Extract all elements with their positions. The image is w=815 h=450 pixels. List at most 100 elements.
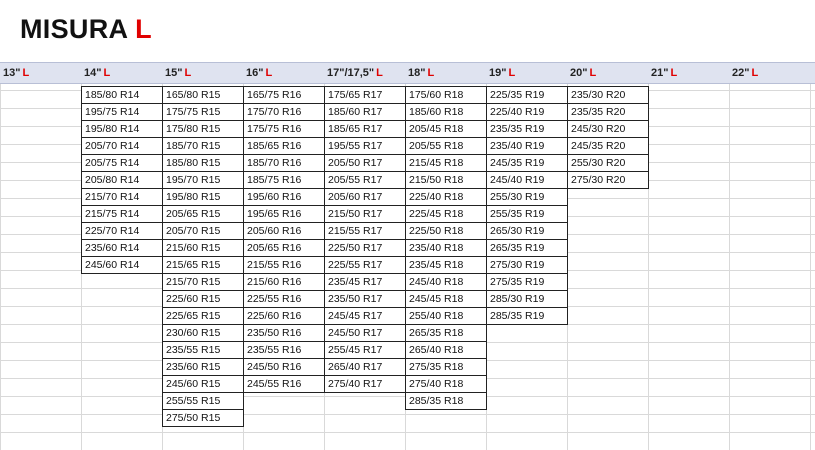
tire-size-cell[interactable]: 245/40 R18 <box>405 273 487 291</box>
tire-size-cell[interactable]: 275/40 R18 <box>405 375 487 393</box>
tire-size-cell[interactable]: 215/70 R15 <box>162 273 244 291</box>
tire-size-cell[interactable]: 225/35 R19 <box>486 86 568 104</box>
tire-size-cell[interactable]: 215/75 R14 <box>81 205 163 223</box>
tire-size-cell[interactable]: 195/75 R14 <box>81 103 163 121</box>
tire-size-cell[interactable]: 195/80 R14 <box>81 120 163 138</box>
tire-size-cell[interactable]: 245/60 R15 <box>162 375 244 393</box>
tire-size-cell[interactable]: 235/35 R20 <box>567 103 649 121</box>
tire-size-cell[interactable]: 225/55 R17 <box>324 256 406 274</box>
tire-size-cell[interactable]: 285/35 R19 <box>486 307 568 325</box>
tire-size-cell[interactable]: 215/55 R16 <box>243 256 325 274</box>
tire-size-cell[interactable]: 205/55 R18 <box>405 137 487 155</box>
tire-size-cell[interactable]: 185/80 R14 <box>81 86 163 104</box>
tire-size-cell[interactable]: 245/30 R20 <box>567 120 649 138</box>
tire-size-cell[interactable]: 235/50 R17 <box>324 290 406 308</box>
tire-size-cell[interactable]: 175/75 R16 <box>243 120 325 138</box>
tire-size-cell[interactable]: 245/35 R19 <box>486 154 568 172</box>
tire-size-cell[interactable]: 205/60 R16 <box>243 222 325 240</box>
tire-size-cell[interactable]: 205/65 R16 <box>243 239 325 257</box>
tire-size-cell[interactable]: 175/65 R17 <box>324 86 406 104</box>
tire-size-cell[interactable]: 205/65 R15 <box>162 205 244 223</box>
tire-size-cell[interactable]: 255/40 R18 <box>405 307 487 325</box>
tire-size-cell[interactable]: 230/60 R15 <box>162 324 244 342</box>
tire-size-cell[interactable]: 225/55 R16 <box>243 290 325 308</box>
tire-size-cell[interactable]: 185/75 R16 <box>243 171 325 189</box>
tire-size-cell[interactable]: 275/50 R15 <box>162 409 244 427</box>
tire-size-cell[interactable]: 225/60 R15 <box>162 290 244 308</box>
tire-size-cell[interactable]: 165/80 R15 <box>162 86 244 104</box>
tire-size-cell[interactable]: 185/65 R17 <box>324 120 406 138</box>
tire-size-cell[interactable]: 205/70 R14 <box>81 137 163 155</box>
tire-size-cell[interactable]: 235/50 R16 <box>243 324 325 342</box>
tire-size-cell[interactable]: 215/60 R15 <box>162 239 244 257</box>
tire-size-cell[interactable]: 195/80 R15 <box>162 188 244 206</box>
tire-size-cell[interactable]: 285/30 R19 <box>486 290 568 308</box>
tire-size-cell[interactable]: 205/70 R15 <box>162 222 244 240</box>
tire-size-cell[interactable]: 235/55 R16 <box>243 341 325 359</box>
tire-size-cell[interactable]: 235/35 R19 <box>486 120 568 138</box>
tire-size-cell[interactable]: 225/60 R16 <box>243 307 325 325</box>
tire-size-cell[interactable]: 215/70 R14 <box>81 188 163 206</box>
tire-size-cell[interactable]: 265/35 R19 <box>486 239 568 257</box>
tire-size-cell[interactable]: 215/55 R17 <box>324 222 406 240</box>
tire-size-cell[interactable]: 245/45 R18 <box>405 290 487 308</box>
tire-size-cell[interactable]: 225/45 R18 <box>405 205 487 223</box>
tire-size-cell[interactable]: 245/50 R16 <box>243 358 325 376</box>
tire-size-cell[interactable]: 215/50 R17 <box>324 205 406 223</box>
tire-size-cell[interactable]: 195/60 R16 <box>243 188 325 206</box>
tire-size-cell[interactable]: 185/70 R15 <box>162 137 244 155</box>
tire-size-cell[interactable]: 285/35 R18 <box>405 392 487 410</box>
tire-size-cell[interactable]: 225/65 R15 <box>162 307 244 325</box>
tire-size-cell[interactable]: 215/60 R16 <box>243 273 325 291</box>
tire-size-cell[interactable]: 205/55 R17 <box>324 171 406 189</box>
tire-size-cell[interactable]: 245/40 R19 <box>486 171 568 189</box>
tire-size-cell[interactable]: 175/75 R15 <box>162 103 244 121</box>
tire-size-cell[interactable]: 205/75 R14 <box>81 154 163 172</box>
tire-size-cell[interactable]: 225/40 R19 <box>486 103 568 121</box>
tire-size-cell[interactable]: 185/60 R17 <box>324 103 406 121</box>
tire-size-cell[interactable]: 235/45 R17 <box>324 273 406 291</box>
tire-size-cell[interactable]: 255/45 R17 <box>324 341 406 359</box>
tire-size-cell[interactable]: 225/50 R17 <box>324 239 406 257</box>
tire-size-cell[interactable]: 205/45 R18 <box>405 120 487 138</box>
tire-size-cell[interactable]: 265/40 R18 <box>405 341 487 359</box>
tire-size-cell[interactable]: 235/40 R18 <box>405 239 487 257</box>
tire-size-cell[interactable]: 215/65 R15 <box>162 256 244 274</box>
tire-size-cell[interactable]: 245/55 R16 <box>243 375 325 393</box>
tire-size-cell[interactable]: 235/55 R15 <box>162 341 244 359</box>
tire-size-cell[interactable]: 255/55 R15 <box>162 392 244 410</box>
tire-size-cell[interactable]: 195/55 R17 <box>324 137 406 155</box>
tire-size-cell[interactable]: 275/35 R19 <box>486 273 568 291</box>
tire-size-cell[interactable]: 235/45 R18 <box>405 256 487 274</box>
tire-size-cell[interactable]: 225/40 R18 <box>405 188 487 206</box>
tire-size-cell[interactable]: 265/40 R17 <box>324 358 406 376</box>
tire-size-cell[interactable]: 235/60 R15 <box>162 358 244 376</box>
tire-size-cell[interactable]: 175/60 R18 <box>405 86 487 104</box>
tire-size-cell[interactable]: 245/50 R17 <box>324 324 406 342</box>
tire-size-cell[interactable]: 195/65 R16 <box>243 205 325 223</box>
tire-size-cell[interactable]: 215/50 R18 <box>405 171 487 189</box>
tire-size-cell[interactable]: 205/60 R17 <box>324 188 406 206</box>
tire-size-cell[interactable]: 265/30 R19 <box>486 222 568 240</box>
tire-size-cell[interactable]: 175/80 R15 <box>162 120 244 138</box>
tire-size-cell[interactable]: 275/40 R17 <box>324 375 406 393</box>
tire-size-cell[interactable]: 245/45 R17 <box>324 307 406 325</box>
tire-size-cell[interactable]: 185/60 R18 <box>405 103 487 121</box>
tire-size-cell[interactable]: 175/70 R16 <box>243 103 325 121</box>
tire-size-cell[interactable]: 245/60 R14 <box>81 256 163 274</box>
tire-size-cell[interactable]: 185/80 R15 <box>162 154 244 172</box>
tire-size-cell[interactable]: 255/30 R20 <box>567 154 649 172</box>
tire-size-cell[interactable]: 235/30 R20 <box>567 86 649 104</box>
tire-size-cell[interactable]: 275/30 R19 <box>486 256 568 274</box>
tire-size-cell[interactable]: 165/75 R16 <box>243 86 325 104</box>
tire-size-cell[interactable]: 225/70 R14 <box>81 222 163 240</box>
tire-size-cell[interactable]: 245/35 R20 <box>567 137 649 155</box>
tire-size-cell[interactable]: 275/30 R20 <box>567 171 649 189</box>
tire-size-cell[interactable]: 185/70 R16 <box>243 154 325 172</box>
tire-size-cell[interactable]: 235/40 R19 <box>486 137 568 155</box>
tire-size-cell[interactable]: 255/30 R19 <box>486 188 568 206</box>
tire-size-cell[interactable]: 205/80 R14 <box>81 171 163 189</box>
tire-size-cell[interactable]: 195/70 R15 <box>162 171 244 189</box>
tire-size-cell[interactable]: 215/45 R18 <box>405 154 487 172</box>
tire-size-cell[interactable]: 225/50 R18 <box>405 222 487 240</box>
